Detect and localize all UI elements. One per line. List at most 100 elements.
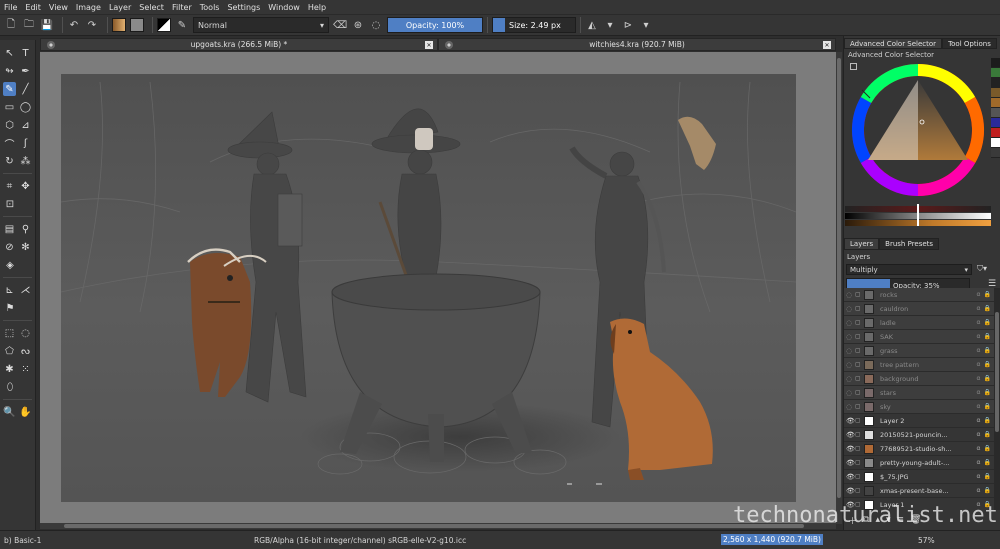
chevron-down-icon[interactable]: ▾ (639, 18, 653, 32)
layer-blend-mode-select[interactable]: Multiply ▾ (846, 264, 972, 275)
lock-icon[interactable]: 🔒 (984, 305, 992, 312)
color-history-strip[interactable] (845, 204, 991, 226)
measure-tool-icon[interactable]: ⊾ (3, 283, 16, 297)
menu-settings[interactable]: Settings (227, 3, 260, 12)
layer-list-scrollbar[interactable] (994, 288, 1000, 510)
opacity-slider[interactable]: Opacity: 100% (387, 17, 483, 33)
lock-icon[interactable]: 🔒 (984, 403, 992, 410)
canvas-area[interactable] (40, 52, 836, 524)
contiguous-select-icon[interactable]: ✱ (3, 362, 16, 376)
ellipse-select-icon[interactable]: ◌ (19, 326, 32, 340)
palette-swatch[interactable] (991, 148, 1000, 158)
menu-layer[interactable]: Layer (109, 3, 131, 12)
lock-icon[interactable]: 🔒 (984, 417, 992, 424)
layer-flags[interactable]: α (977, 333, 982, 340)
eye-icon[interactable]: ◌ (846, 403, 855, 411)
freehand-path-icon[interactable]: ʃ (19, 136, 32, 150)
palette-swatch[interactable] (991, 108, 1000, 118)
tab-witchies4[interactable]: witchies4.kra (920.7 MiB) ✕ (438, 38, 836, 51)
layer-row[interactable]: 👁 ▢ 20150521-pouncin... α 🔒 (844, 428, 994, 442)
layer-row[interactable]: ◌ ▢ SAK α 🔒 (844, 330, 994, 344)
lock-icon[interactable]: 🔒 (984, 361, 992, 368)
edit-shapes-icon[interactable]: ↬ (3, 64, 16, 78)
eye-icon[interactable]: ◌ (846, 375, 855, 383)
canvas-horizontal-scrollbar[interactable] (40, 523, 836, 529)
tab-layers[interactable]: Layers (844, 238, 880, 250)
menu-edit[interactable]: Edit (25, 3, 41, 12)
menu-select[interactable]: Select (139, 3, 164, 12)
palette-swatch[interactable] (991, 78, 1000, 88)
layer-flags[interactable]: α (977, 389, 982, 396)
eye-icon[interactable]: ◌ (846, 305, 855, 313)
smart-patch-icon[interactable]: ✻ (19, 240, 32, 254)
menu-help[interactable]: Help (308, 3, 326, 12)
eye-icon[interactable]: 👁 (846, 459, 855, 467)
layer-flags[interactable]: α (977, 431, 982, 438)
layer-flags[interactable]: α (977, 361, 982, 368)
eye-icon[interactable]: 👁 (846, 431, 855, 439)
gradient-preset-button[interactable] (112, 18, 126, 32)
eye-icon[interactable]: ◌ (846, 291, 855, 299)
eye-icon[interactable]: 👁 (846, 473, 855, 481)
new-document-icon[interactable]: 🗋 (4, 18, 18, 32)
color-palette[interactable] (991, 58, 1000, 162)
color-wheel[interactable] (848, 60, 988, 200)
layer-flags[interactable]: α (977, 473, 982, 480)
layer-flags[interactable]: α (977, 459, 982, 466)
lock-icon[interactable]: 🔒 (984, 459, 992, 466)
menu-tools[interactable]: Tools (200, 3, 220, 12)
layer-row[interactable]: 👁 ▢ 77689521-studio-sh... α 🔒 (844, 442, 994, 456)
palette-swatch[interactable] (991, 98, 1000, 108)
eye-icon[interactable]: ◌ (846, 347, 855, 355)
eraser-mode-icon[interactable]: ⌫ (333, 18, 347, 32)
tab-tool-options[interactable]: Tool Options (942, 38, 997, 49)
palette-swatch[interactable] (991, 58, 1000, 68)
rectangle-tool-icon[interactable]: ▭ (3, 100, 16, 114)
lock-icon[interactable]: 🔒 (984, 333, 992, 340)
layer-flags[interactable]: α (977, 487, 982, 494)
reference-pin-icon[interactable]: ⚑ (3, 301, 17, 315)
layer-row[interactable]: 👁 ▢ pretty-young-adult-... α 🔒 (844, 456, 994, 470)
tab-advanced-color-selector[interactable]: Advanced Color Selector (844, 38, 943, 49)
calligraphy-icon[interactable]: ✒ (19, 64, 32, 78)
polygon-tool-icon[interactable]: ⬡ (3, 118, 16, 132)
assistant-tool-icon[interactable]: ⋌ (19, 283, 32, 297)
palette-swatch[interactable] (991, 128, 1000, 138)
move-tool-icon[interactable]: ✥ (19, 179, 32, 193)
gradient-tool-icon[interactable]: ▤ (3, 222, 16, 236)
lock-icon[interactable]: 🔒 (984, 319, 992, 326)
layer-row[interactable]: ◌ ▢ stars α 🔒 (844, 386, 994, 400)
menu-image[interactable]: Image (76, 3, 101, 12)
freehand-select-icon[interactable]: ᔓ (19, 344, 32, 358)
palette-swatch[interactable] (991, 118, 1000, 128)
undo-icon[interactable]: ↶ (67, 18, 81, 32)
text-tool-icon[interactable]: T (19, 46, 32, 60)
close-icon[interactable]: ✕ (823, 41, 831, 49)
palette-swatch[interactable] (991, 68, 1000, 78)
layer-row[interactable]: ◌ ▢ tree pattern α 🔒 (844, 358, 994, 372)
crop-tool-icon[interactable]: ⌗ (3, 179, 16, 193)
pattern-preset-button[interactable] (130, 18, 144, 32)
fill-tool-icon[interactable]: ◈ (3, 258, 17, 272)
layer-row[interactable]: ◌ ▢ rocks α 🔒 (844, 288, 994, 302)
layer-flags[interactable]: α (977, 305, 982, 312)
fg-bg-color-button[interactable] (157, 18, 171, 32)
layer-flags[interactable]: α (977, 291, 982, 298)
lock-icon[interactable]: 🔒 (984, 375, 992, 382)
colorize-mask-icon[interactable]: ⊘ (3, 240, 16, 254)
mirror-vertical-icon[interactable]: ⊳ (621, 18, 635, 32)
layer-flags[interactable]: α (977, 445, 982, 452)
menu-window[interactable]: Window (268, 3, 300, 12)
eye-icon[interactable]: ◌ (846, 389, 855, 397)
transform-tool-icon[interactable]: ⊡ (3, 197, 17, 211)
layer-row[interactable]: ◌ ▢ sky α 🔒 (844, 400, 994, 414)
lock-icon[interactable]: 🔒 (984, 389, 992, 396)
bezier-select-icon[interactable]: ⬯ (3, 380, 17, 394)
layer-flags[interactable]: α (977, 319, 982, 326)
layer-row[interactable]: ◌ ▢ grass α 🔒 (844, 344, 994, 358)
size-slider[interactable]: Size: 2.49 px (492, 17, 576, 33)
eye-icon[interactable]: ◌ (846, 333, 855, 341)
lock-icon[interactable]: 🔒 (984, 431, 992, 438)
select-shapes-icon[interactable]: ↖ (3, 46, 16, 60)
canvas-image[interactable] (40, 52, 836, 524)
